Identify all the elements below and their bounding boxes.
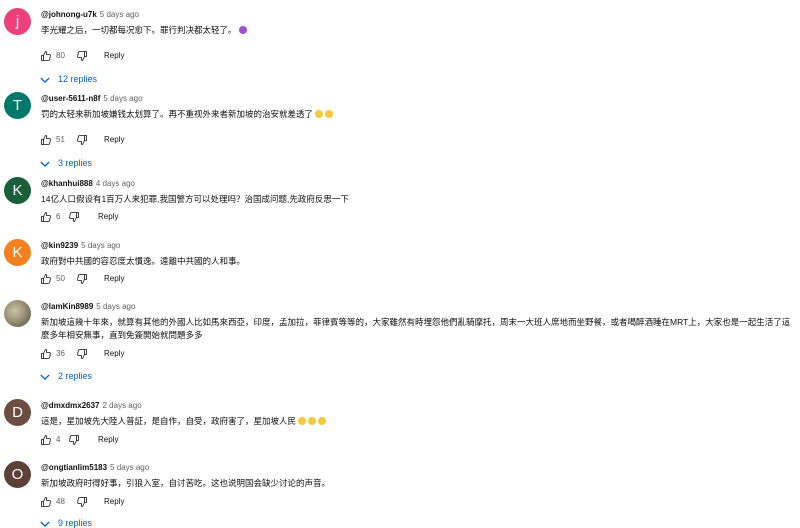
comment-text: 李光耀之后，一切都每况愈下。罪行判决都太轻了。 [41, 24, 796, 37]
comment-meta: @user-5611-n8f 5 days ago [41, 94, 143, 103]
thumbs-up-icon[interactable] [40, 496, 52, 508]
comment-text-content: 罚的太轻来新加坡嫌钱太划算了。再不重视外来者新加坡的治安就差透了 [41, 109, 314, 119]
comment-text: 政府對中共國的容忍度太慣逸。遠離中共國的人和事。 [41, 256, 246, 266]
reply-button[interactable]: Reply [104, 274, 124, 283]
comment-meta: @ongtianlim5183 5 days ago [41, 463, 149, 472]
comment-author[interactable]: @lamKin8989 [41, 302, 93, 311]
reply-button[interactable]: Reply [104, 497, 124, 506]
comment-author[interactable]: @user-5611-n8f [41, 94, 100, 103]
comment-author[interactable]: @khanhui888 [41, 179, 93, 188]
comment-author[interactable]: @johnong-u7k [41, 10, 97, 19]
sad-face-icon [318, 417, 327, 425]
view-replies-button[interactable]: 9 replies [40, 518, 92, 528]
comment-meta: @dmxdmx2637 2 days ago [41, 401, 142, 410]
replies-label: 9 replies [58, 518, 93, 528]
comment-meta: @khanhui888 4 days ago [41, 179, 135, 188]
comment-author[interactable]: @ongtianlim5183 [41, 463, 107, 472]
thumbs-down-icon[interactable] [76, 273, 88, 285]
comment-time[interactable]: 2 days ago [103, 401, 142, 410]
comment-time[interactable]: 4 days ago [96, 179, 135, 188]
reply-button[interactable]: Reply [104, 135, 124, 144]
like-count: 50 [56, 274, 65, 283]
reply-button[interactable]: Reply [104, 51, 124, 60]
thumbs-down-icon[interactable] [76, 50, 88, 62]
sad-face-icon [308, 417, 317, 425]
comment-text: 新加坡政府时得好事，引狼入室，自讨苦吃。这也说明国会缺少讨论的声音。 [41, 478, 331, 488]
avatar[interactable]: K [4, 177, 31, 204]
comment-meta: @johnong-u7k 5 days ago [41, 10, 139, 19]
thumbs-down-icon[interactable] [68, 434, 80, 446]
like-count: 51 [56, 135, 65, 144]
avatar[interactable]: D [4, 399, 31, 426]
like-count: 80 [56, 51, 65, 60]
comment-text-content: 李光耀之后，一切都每况愈下。罪行判决都太轻了。 [41, 25, 237, 35]
thumbs-down-icon[interactable] [76, 348, 88, 360]
comment-time[interactable]: 5 days ago [100, 10, 139, 19]
thumbs-up-icon[interactable] [40, 348, 52, 360]
view-replies-button[interactable]: 3 replies [40, 158, 92, 168]
thumbs-up-icon[interactable] [40, 273, 52, 285]
comment-author[interactable]: @kin9239 [41, 241, 78, 250]
avatar[interactable]: j [4, 8, 31, 35]
comment-time[interactable]: 5 days ago [103, 94, 142, 103]
replies-label: 12 replies [58, 74, 98, 84]
comment-text: 新加坡這幾十年來，就算有其他的外國人比如馬來西亞，印度，孟加拉，菲律賓等等的，大… [41, 317, 791, 340]
comment-time[interactable]: 5 days ago [96, 302, 135, 311]
comment-text-content: 這是，星加坡先大陸人普証，是自作，自受，政府害了，星加坡人民 [41, 416, 297, 426]
thumbs-up-icon[interactable] [40, 434, 52, 446]
like-count: 48 [56, 497, 65, 506]
comment-text: 14亿人口假设有1百万人来犯罪,我国警方可以处理吗？治国成问题,先政府反思一下 [41, 194, 349, 204]
like-count: 6 [56, 212, 61, 221]
view-replies-button[interactable]: 12 replies [40, 74, 97, 84]
grinning-face-icon [325, 110, 334, 118]
reply-button[interactable]: Reply [98, 212, 118, 221]
comment-meta: @lamKin8989 5 days ago [41, 302, 135, 311]
thumbs-up-icon[interactable] [40, 134, 52, 146]
thumbs-down-icon[interactable] [68, 211, 80, 223]
violet-face-icon [238, 26, 247, 34]
thumbs-up-icon[interactable] [40, 50, 52, 62]
comment-time[interactable]: 5 days ago [81, 241, 120, 250]
view-replies-button[interactable]: 2 replies [40, 371, 92, 381]
avatar[interactable] [4, 300, 31, 327]
grinning-face-icon [315, 110, 324, 118]
comment-author[interactable]: @dmxdmx2637 [41, 401, 100, 410]
replies-label: 3 replies [58, 158, 93, 168]
reply-button[interactable]: Reply [104, 349, 124, 358]
avatar[interactable]: O [4, 461, 31, 488]
chevron-down-icon [40, 374, 50, 380]
thumbs-down-icon[interactable] [76, 134, 88, 146]
sad-face-icon [298, 417, 307, 425]
comments-section: j @johnong-u7k 5 days ago 李光耀之后，一切都每况愈下。罪… [0, 0, 800, 528]
chevron-down-icon [40, 521, 50, 527]
avatar[interactable]: T [4, 92, 31, 119]
comment-text: 這是，星加坡先大陸人普証，是自作，自受，政府害了，星加坡人民 [41, 415, 796, 428]
comment-meta: @kin9239 5 days ago [41, 241, 120, 250]
comment-text: 罚的太轻来新加坡嫌钱太划算了。再不重视外来者新加坡的治安就差透了 [41, 108, 796, 121]
comment-time[interactable]: 5 days ago [110, 463, 149, 472]
replies-label: 2 replies [58, 371, 93, 381]
thumbs-up-icon[interactable] [40, 211, 52, 223]
thumbs-down-icon[interactable] [76, 496, 88, 508]
chevron-down-icon [40, 161, 50, 167]
like-count: 36 [56, 349, 65, 358]
like-count: 4 [56, 435, 61, 444]
chevron-down-icon [40, 77, 50, 83]
avatar[interactable]: K [4, 239, 31, 266]
reply-button[interactable]: Reply [98, 435, 118, 444]
